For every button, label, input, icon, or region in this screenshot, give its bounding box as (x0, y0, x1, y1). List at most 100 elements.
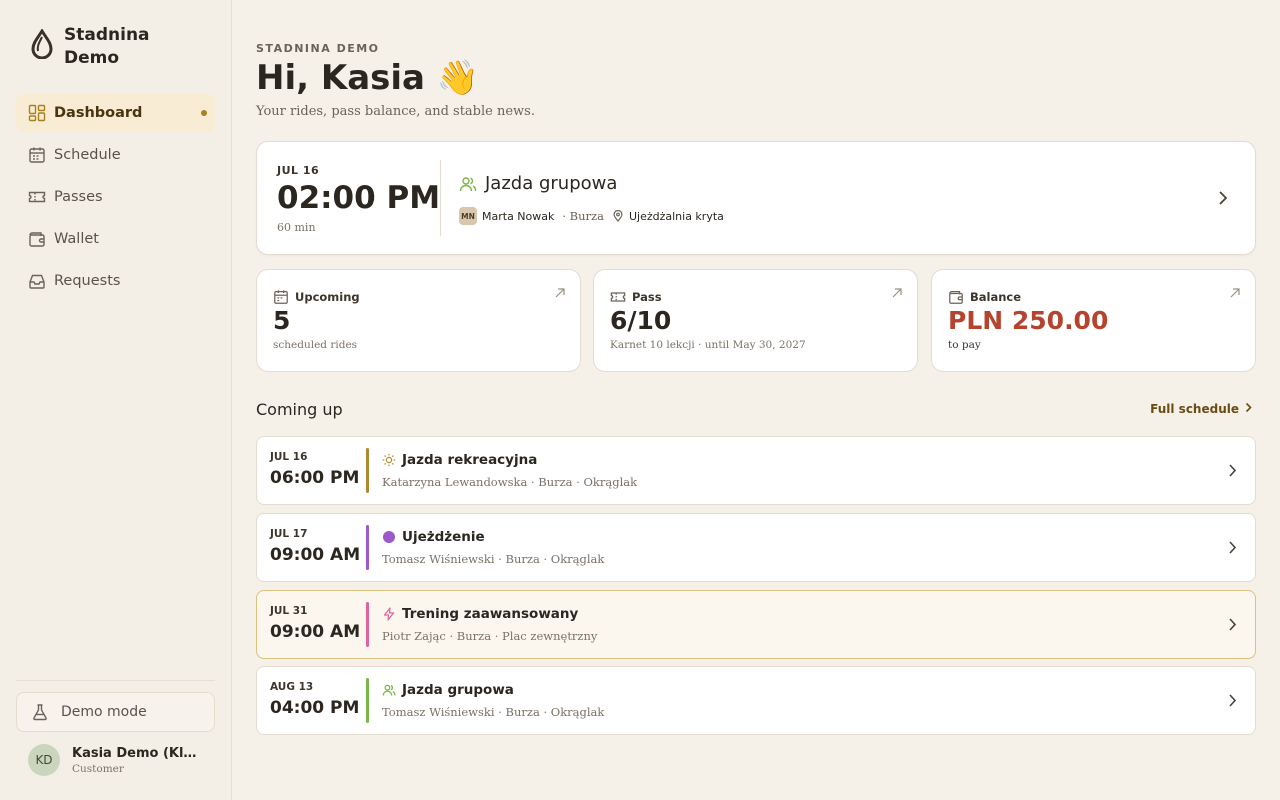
calendar-icon (273, 289, 289, 305)
stat-label: Pass (632, 290, 662, 304)
wallet-icon (948, 289, 964, 305)
calendar-icon (28, 146, 46, 164)
chevron-right-icon (1245, 402, 1252, 416)
sidebar-item-passes[interactable]: Passes (16, 178, 215, 216)
row-date: JUL 31 (270, 605, 308, 617)
stat-value: 5 (273, 306, 291, 335)
stat-label: Balance (970, 290, 1022, 304)
next-ride-title: Jazda grupowa (485, 173, 618, 194)
users-icon (459, 175, 477, 193)
row-date: JUL 16 (270, 451, 308, 463)
row-title: Trening zaawansowany (402, 606, 579, 622)
sidebar-item-label: Passes (54, 189, 103, 205)
horse-name: · Burza (562, 209, 604, 223)
user-role: Customer (72, 762, 124, 775)
user-name: Kasia Demo (Klie... (72, 745, 200, 761)
page-subtitle: Your rides, pass balance, and stable new… (256, 104, 535, 119)
avatar: KD (28, 744, 60, 776)
row-sub: Katarzyna Lewandowska · Burza · Okrąglak (382, 475, 638, 489)
row-sub: Piotr Zając · Burza · Plac zewnętrzny (382, 629, 598, 643)
upcoming-stat-card[interactable]: Upcoming 5 scheduled rides (256, 269, 581, 372)
sidebar-item-label: Wallet (54, 231, 99, 247)
ticket-icon (610, 289, 626, 305)
user-profile[interactable]: KD Kasia Demo (Klie... Customer (28, 744, 200, 776)
bolt-icon (382, 607, 396, 621)
instructor-name: Marta Nowak (482, 209, 555, 223)
full-schedule-link[interactable]: Full schedule (1150, 402, 1252, 416)
page-title: Hi, Kasia 👋 (256, 58, 480, 98)
chevron-right-icon (1228, 540, 1237, 555)
list-item[interactable]: AUG 13 04:00 PM Jazda grupowa Tomasz Wiś… (256, 666, 1256, 735)
users-icon (382, 683, 396, 697)
chevron-right-icon (1228, 693, 1237, 708)
row-date: AUG 13 (270, 681, 314, 693)
row-time: 04:00 PM (270, 698, 360, 718)
stat-value: PLN 250.00 (948, 306, 1109, 335)
sun-icon (382, 453, 396, 467)
row-title: Jazda grupowa (402, 682, 514, 698)
row-time: 09:00 AM (270, 622, 361, 642)
section-title: Coming up (256, 400, 343, 419)
sidebar-divider (16, 680, 215, 681)
brand-name-line2: Demo (64, 48, 120, 68)
sidebar: Stadnina Demo Dashboard Schedule Passes (0, 0, 232, 800)
next-ride-time: 02:00 PM (277, 180, 441, 216)
row-color-bar (366, 525, 369, 570)
row-color-bar (366, 678, 369, 723)
inbox-icon (28, 272, 46, 290)
next-ride-meta: MN Marta Nowak · Burza Ujeżdżalnia kryta (459, 207, 724, 225)
next-ride-duration: 60 min (277, 221, 316, 234)
demo-mode-button[interactable]: Demo mode (16, 692, 215, 732)
sidebar-item-requests[interactable]: Requests (16, 262, 215, 300)
next-ride-date: JUL 16 (277, 164, 320, 177)
arrow-up-right-icon (1229, 284, 1241, 298)
next-ride-card[interactable]: JUL 16 02:00 PM 60 min Jazda grupowa MN … (256, 141, 1256, 255)
sidebar-item-schedule[interactable]: Schedule (16, 136, 215, 174)
row-time: 06:00 PM (270, 468, 360, 488)
row-color-bar (366, 602, 369, 647)
brand-name: Stadnina Demo (64, 24, 150, 70)
location-name: Ujeżdżalnia kryta (628, 209, 724, 223)
stat-value: 6/10 (610, 306, 672, 335)
instructor-avatar: MN (459, 207, 477, 225)
chevron-right-icon (1228, 617, 1237, 632)
sidebar-nav: Dashboard Schedule Passes Wallet Request… (16, 94, 215, 304)
arrow-up-right-icon (891, 284, 903, 298)
stat-sub: to pay (948, 339, 981, 351)
sidebar-item-label: Dashboard (54, 105, 143, 121)
row-title: Jazda rekreacyjna (402, 452, 538, 468)
wallet-icon (28, 230, 46, 248)
row-date: JUL 17 (270, 528, 308, 540)
chevron-right-icon (1228, 463, 1237, 478)
full-schedule-label: Full schedule (1150, 402, 1239, 416)
list-item[interactable]: JUL 17 09:00 AM Ujeżdżenie Tomasz Wiśnie… (256, 513, 1256, 582)
row-color-bar (366, 448, 369, 493)
sidebar-item-wallet[interactable]: Wallet (16, 220, 215, 258)
drop-logo-icon (28, 24, 56, 64)
location-pin-icon (612, 209, 624, 222)
dashboard-icon (28, 104, 46, 122)
flask-icon (31, 703, 49, 721)
stat-sub: Karnet 10 lekcji · until May 30, 2027 (610, 339, 806, 351)
balance-stat-card[interactable]: Balance PLN 250.00 to pay (931, 269, 1256, 372)
pass-stat-card[interactable]: Pass 6/10 Karnet 10 lekcji · until May 3… (593, 269, 918, 372)
row-sub: Tomasz Wiśniewski · Burza · Okrąglak (382, 552, 605, 566)
row-title: Ujeżdżenie (402, 529, 485, 545)
brand-name-line1: Stadnina (64, 25, 150, 45)
page-eyebrow: STADNINA DEMO (256, 42, 380, 55)
brand[interactable]: Stadnina Demo (28, 24, 150, 70)
demo-mode-label: Demo mode (61, 704, 147, 720)
arrow-up-right-icon (554, 284, 566, 298)
sidebar-item-label: Schedule (54, 147, 121, 163)
active-indicator-dot (201, 110, 207, 116)
sidebar-item-dashboard[interactable]: Dashboard (16, 94, 215, 132)
row-sub: Tomasz Wiśniewski · Burza · Okrąglak (382, 705, 605, 719)
sidebar-item-label: Requests (54, 273, 121, 289)
dot-icon (382, 530, 396, 544)
stat-sub: scheduled rides (273, 339, 358, 351)
list-item[interactable]: JUL 31 09:00 AM Trening zaawansowany Pio… (256, 590, 1256, 659)
list-item[interactable]: JUL 16 06:00 PM Jazda rekreacyjna Katarz… (256, 436, 1256, 505)
ticket-icon (28, 188, 46, 206)
divider (440, 160, 441, 236)
chevron-right-icon (1217, 189, 1229, 207)
